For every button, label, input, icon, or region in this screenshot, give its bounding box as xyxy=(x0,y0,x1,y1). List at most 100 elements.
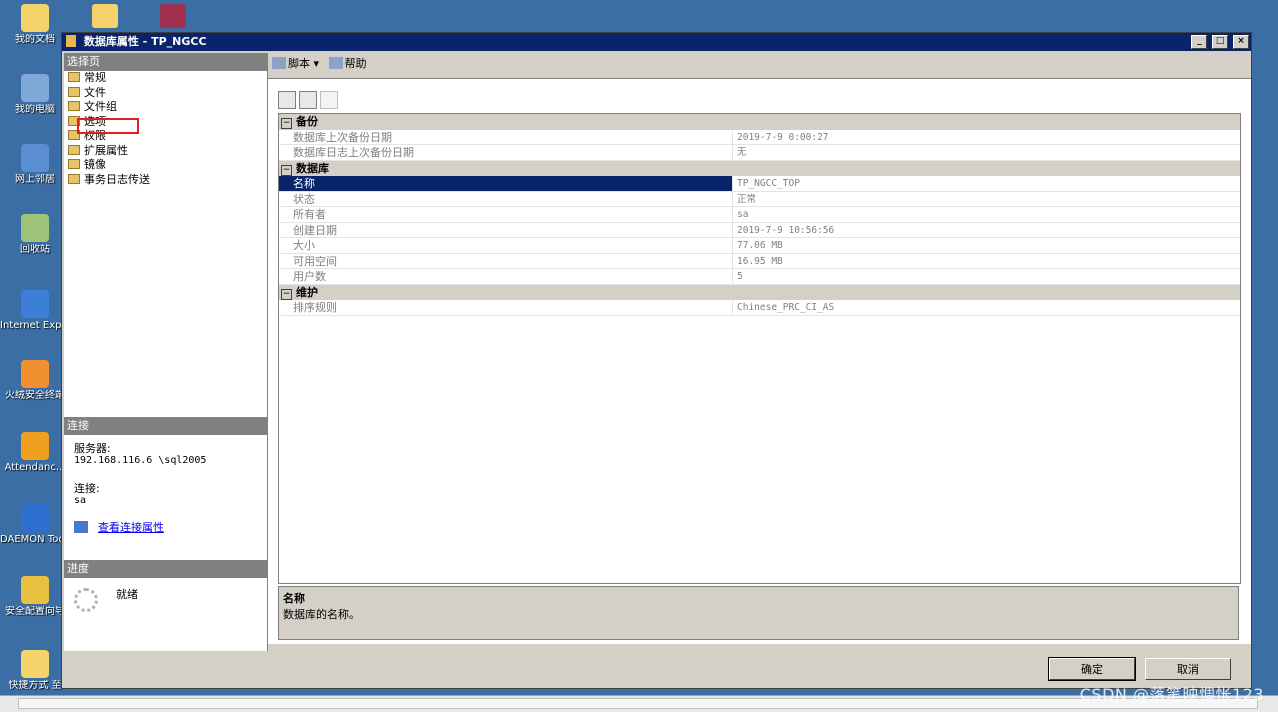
property-row[interactable]: 排序规则 Chinese_PRC_CI_AS xyxy=(279,300,1240,316)
page-item[interactable]: 文件 xyxy=(64,86,267,101)
desktop-icon[interactable]: 火绒安全终端 xyxy=(0,360,70,401)
property-name: 排序规则 xyxy=(279,300,733,315)
property-row[interactable]: 可用空间 16.95 MB xyxy=(279,253,1240,269)
page-item[interactable]: 扩展属性 xyxy=(64,144,267,159)
page-item[interactable]: 文件组 xyxy=(64,100,267,115)
script-label: 脚本 xyxy=(288,57,310,70)
page-icon xyxy=(68,72,80,82)
window-titlebar[interactable]: 数据库属性 - TP_NGCC _ □ × xyxy=(62,33,1251,51)
desktop-icon[interactable]: Internet Explorer xyxy=(0,290,70,331)
property-row[interactable]: 数据库日志上次备份日期无 xyxy=(279,145,1240,161)
desktop-icon-label: 我的文档 xyxy=(15,34,55,45)
desktop-icon[interactable]: 我的电脑 xyxy=(0,74,70,115)
database-properties-window: 数据库属性 - TP_NGCC _ □ × 选择页 常规 文件 文件组 选项 权限 扩展属… xyxy=(61,32,1252,689)
window-title: 数据库属性 - TP_NGCC xyxy=(83,35,207,48)
desktop-icon-label: 网上邻居 xyxy=(15,174,55,185)
description-pane: 名称 数据库的名称。 xyxy=(278,586,1239,640)
select-page-header: 选择页 xyxy=(64,53,267,71)
script-button[interactable]: 脚本 ▾ xyxy=(272,57,319,70)
property-name: 所有者 xyxy=(279,207,733,222)
collapse-icon[interactable]: − xyxy=(281,118,292,129)
page-item[interactable]: 事务日志传送 xyxy=(64,173,267,188)
ok-button[interactable]: 确定 xyxy=(1048,657,1136,681)
desktop-icon-label: 回收站 xyxy=(20,244,50,255)
property-name: 名称 xyxy=(279,176,733,191)
property-row[interactable]: 大小 77.06 MB xyxy=(279,238,1240,254)
top-desktop-icon-3[interactable] xyxy=(160,4,186,28)
view-connection-properties-link[interactable]: 查看连接属性 xyxy=(98,521,164,534)
connection-header: 连接 xyxy=(64,417,267,435)
cancel-button[interactable]: 取消 xyxy=(1145,658,1231,680)
page-icon xyxy=(68,86,80,97)
desktop-shortcut-icon xyxy=(21,432,49,460)
grid-category[interactable]: − 维护 xyxy=(279,284,1240,300)
page-item[interactable]: 常规 xyxy=(64,71,267,86)
page-label: 文件 xyxy=(84,85,106,99)
collapse-icon[interactable]: − xyxy=(281,288,292,300)
page-label: 文件组 xyxy=(84,100,117,113)
property-grid: − 备份 数据库上次备份日期 2019-7-9 0:00:27 数据库日志上次备份日期无… xyxy=(278,113,1241,584)
page-label: 扩展属性 xyxy=(84,143,128,157)
desktop-shortcut-icon xyxy=(21,576,49,604)
property-name: 创建日期 xyxy=(279,222,733,237)
top-desktop-icon-2[interactable] xyxy=(92,4,118,28)
grid-tools xyxy=(278,91,341,112)
categorized-view-icon[interactable] xyxy=(278,91,296,109)
property-value: 2019-7-9 0:00:27 xyxy=(737,131,829,143)
highlight-box xyxy=(77,118,139,134)
server-label: 服务器: xyxy=(74,442,111,455)
property-value: 16.95 MB xyxy=(737,255,783,267)
connection-info: 服务器: 192.168.116.6 \sql2005 连接: sa 查看连接属… xyxy=(64,435,267,542)
scrollbar-thumb[interactable] xyxy=(18,698,1258,709)
property-name: 数据库日志上次备份日期 xyxy=(279,145,733,160)
collapse-icon[interactable]: − xyxy=(281,164,292,176)
property-name: 大小 xyxy=(279,238,733,253)
script-icon xyxy=(272,57,286,69)
property-value: sa xyxy=(737,209,749,220)
progress-header: 进度 xyxy=(64,560,267,578)
desktop-icon[interactable]: 快捷方式 至 xyxy=(0,650,70,691)
help-label: 帮助 xyxy=(344,57,367,70)
properties-panel: − 备份 数据库上次备份日期 2019-7-9 0:00:27 数据库日志上次备份日期无… xyxy=(268,78,1251,644)
description-text: 数据库的名称。 xyxy=(283,608,360,621)
desktop-shortcut-icon xyxy=(21,650,49,678)
property-row[interactable]: 创建日期 2019-7-9 10:56:56 xyxy=(279,222,1240,238)
alphabetical-sort-icon[interactable] xyxy=(299,91,317,109)
category-name: 数据库 xyxy=(296,161,329,175)
page-item[interactable]: 镜像 xyxy=(64,158,267,173)
grid-category[interactable]: − 数据库 xyxy=(279,160,1240,176)
property-row[interactable]: 名称 TP_NGCC_TOP xyxy=(279,176,1240,192)
minimize-button[interactable]: _ xyxy=(1191,35,1208,49)
property-pages-icon[interactable] xyxy=(320,91,338,109)
server-value: 192.168.116.6 \sql2005 xyxy=(74,455,207,466)
help-button[interactable]: 帮助 xyxy=(328,57,367,70)
desktop-icon-label: 火绒安全终端 xyxy=(5,390,65,401)
property-value: 2019-7-9 10:56:56 xyxy=(737,224,835,236)
close-button[interactable]: × xyxy=(1233,35,1249,49)
desktop-shortcut-icon xyxy=(21,504,49,532)
desktop-shortcut-icon xyxy=(21,74,49,102)
desktop-icon[interactable]: 回收站 xyxy=(0,214,70,255)
desktop-icon[interactable]: 网上邻居 xyxy=(0,144,70,185)
property-value: 77.06 MB xyxy=(737,240,783,251)
property-row[interactable]: 状态 正常 xyxy=(279,191,1240,207)
maximize-button[interactable]: □ xyxy=(1212,35,1229,49)
desktop-icon[interactable]: 我的文档 xyxy=(0,4,70,45)
grid-category[interactable]: − 备份 xyxy=(279,114,1240,130)
desktop-icon[interactable]: DAEMON Tools Lite xyxy=(0,504,70,545)
progress-spinner-icon xyxy=(74,588,98,612)
connection-value: sa xyxy=(74,495,87,506)
database-icon xyxy=(66,35,76,47)
page-icon xyxy=(68,173,80,184)
desktop-icon[interactable]: 安全配置向导 xyxy=(0,576,70,617)
description-title: 名称 xyxy=(283,592,305,605)
desktop-icon-label: 快捷方式 至 xyxy=(8,680,62,691)
property-row[interactable]: 所有者 sa xyxy=(279,207,1240,223)
page-icon xyxy=(68,101,80,111)
progress-status: 就绪 xyxy=(116,588,138,601)
connection-properties-icon xyxy=(74,521,88,533)
desktop-icon-label: Attendanc... xyxy=(4,462,66,473)
property-row[interactable]: 用户数 5 xyxy=(279,269,1240,285)
desktop-icon[interactable]: Attendanc... xyxy=(0,432,70,473)
property-row[interactable]: 数据库上次备份日期 2019-7-9 0:00:27 xyxy=(279,129,1240,145)
